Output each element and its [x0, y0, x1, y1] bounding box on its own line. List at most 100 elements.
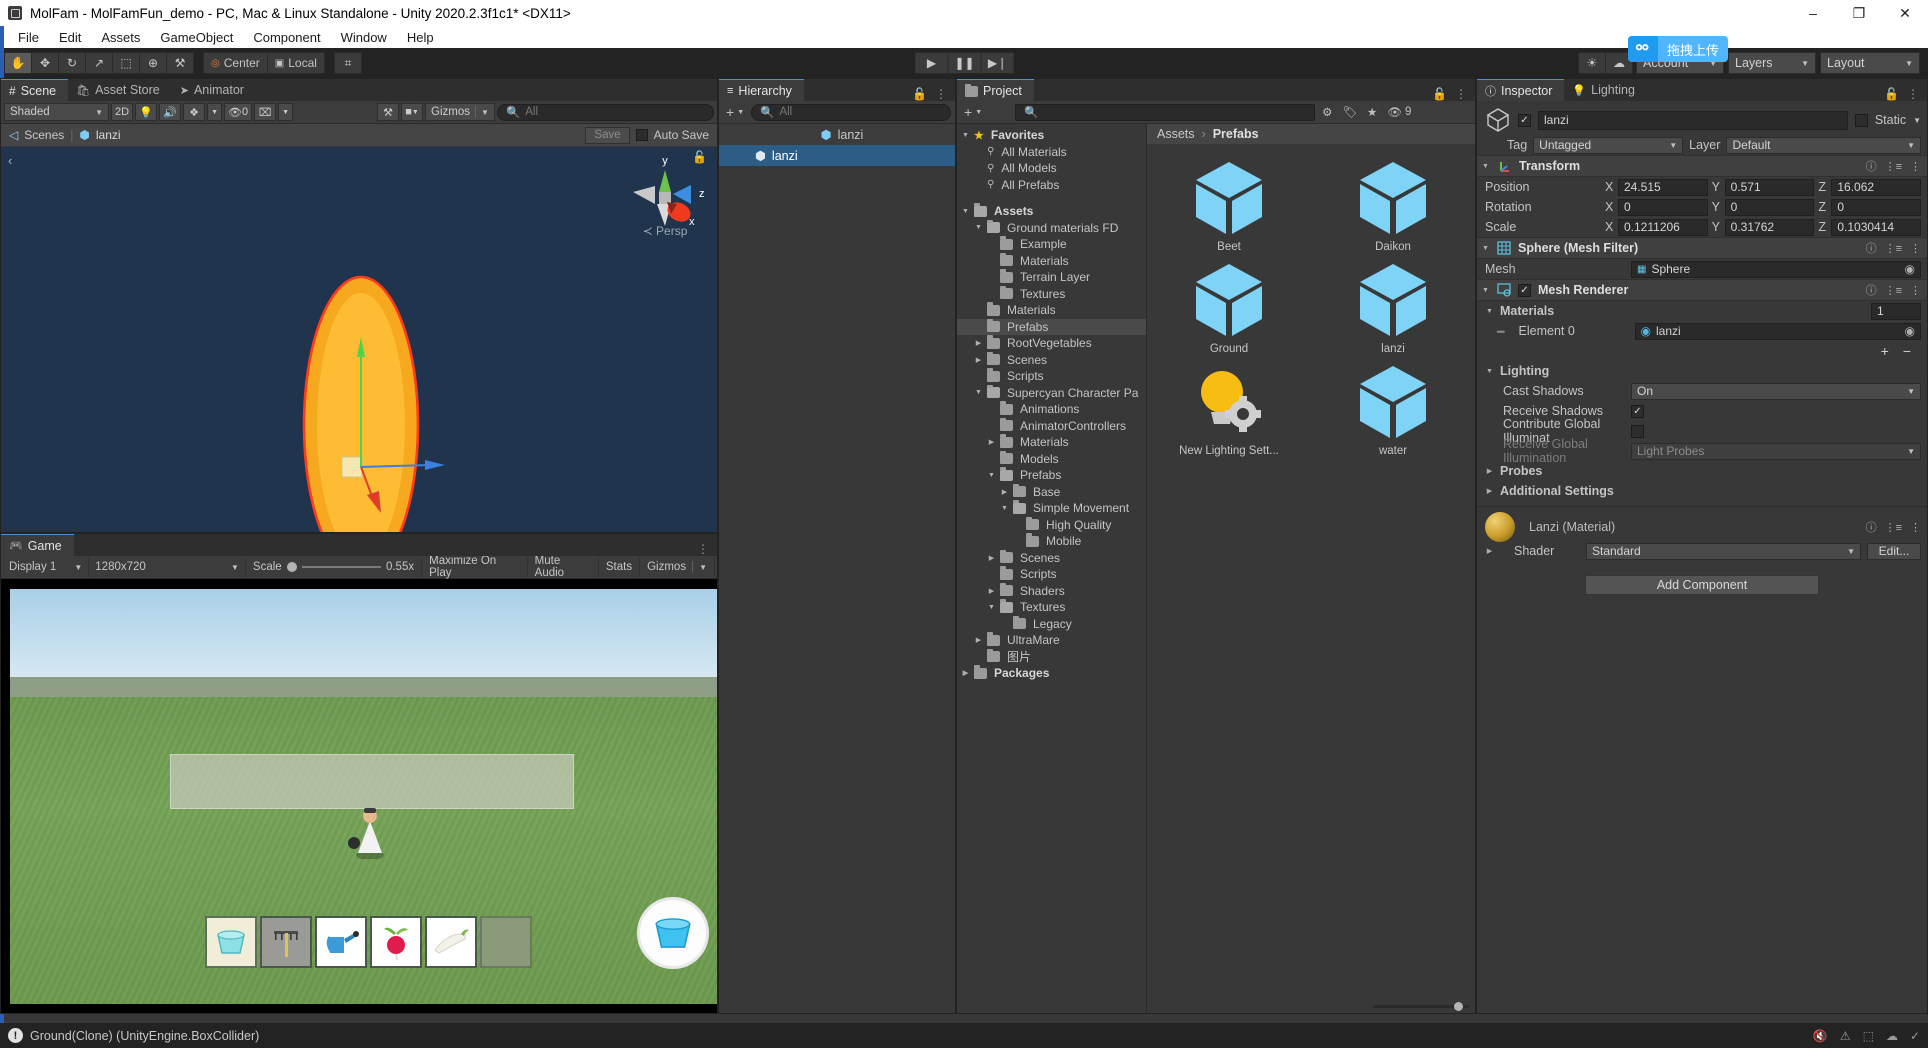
project-tree-item[interactable]: ⚲ All Models [957, 160, 1146, 177]
hierarchy-search-input[interactable]: 🔍 All [751, 103, 951, 121]
project-tree-item[interactable]: ▼ Prefabs [957, 467, 1146, 484]
project-tree-item[interactable]: ⚲ All Materials [957, 144, 1146, 161]
game-inventory-bar[interactable] [205, 916, 532, 968]
project-asset-grid[interactable]: Beet Daikon Ground lanzi New Lighting Sett..… [1147, 144, 1475, 999]
transform-position-z-input[interactable]: 16.062 [1831, 178, 1922, 196]
hierarchy-prefab-header[interactable]: ‹ ⬢ lanzi [719, 124, 1449, 145]
project-tree-item[interactable]: ▼ Textures [957, 599, 1146, 616]
project-tree-item[interactable]: ▶ Scenes [957, 351, 1146, 369]
inventory-slot-radish[interactable] [370, 916, 422, 968]
expand-triangle-icon[interactable]: ▶ [1000, 488, 1009, 496]
perspective-label[interactable]: Persp [656, 224, 687, 238]
menu-item-component[interactable]: Component [243, 28, 330, 47]
scene-fx-icon[interactable]: ❖ [183, 103, 206, 121]
scene-camera-icon[interactable]: ■ ▼ [401, 103, 424, 121]
meshrenderer-component-header[interactable]: ▼ ✓ Mesh Renderer ⓘ ⋮≡ ⋮ [1477, 279, 1927, 301]
project-tree-item[interactable]: Legacy [957, 615, 1146, 633]
breadcrumb-prefabs[interactable]: Prefabs [1213, 127, 1259, 141]
transform-rotation-x-input[interactable]: 0 [1618, 198, 1708, 216]
project-tree-item[interactable]: Prefabs [957, 318, 1146, 335]
collapse-triangle-icon[interactable]: ▼ [974, 389, 983, 396]
expand-triangle-icon[interactable]: ▶ [987, 554, 996, 562]
project-tree-item[interactable]: High Quality [957, 516, 1146, 534]
component-menu-icon[interactable]: ⋮ [1910, 160, 1921, 173]
scale-tool-icon[interactable]: ↗ [85, 52, 113, 74]
scene-audio-icon[interactable]: 🔊 [159, 103, 182, 121]
scene-fx-dropdown[interactable]: ▼ [207, 103, 222, 121]
project-tree-item[interactable]: AnimatorControllers [957, 417, 1146, 435]
custom-tool-icon[interactable]: ⚒ [166, 52, 194, 74]
project-tree-item[interactable]: ▶ RootVegetables [957, 335, 1146, 352]
cast-shadows-dropdown[interactable]: On ▼ [1631, 382, 1921, 400]
materials-header-row[interactable]: ▼ Materials 1 [1477, 301, 1927, 321]
contribute-gi-checkbox[interactable] [1631, 424, 1644, 438]
project-search-input[interactable]: 🔍 [1015, 103, 1316, 121]
preset-icon[interactable]: ⋮≡ [1885, 160, 1902, 173]
project-tree-item[interactable]: ▼ Ground materials FD [957, 219, 1146, 237]
tab-scene[interactable]: # Scene [1, 79, 69, 101]
help-icon[interactable]: ⓘ [1866, 158, 1877, 174]
transform-scale-y-input[interactable]: 0.31762 [1724, 218, 1815, 236]
preset-icon[interactable]: ⋮≡ [1885, 521, 1902, 534]
help-icon[interactable]: ⓘ [1866, 282, 1877, 298]
add-material-button[interactable]: + [1881, 343, 1889, 359]
mesh-object-field[interactable]: ▦ Sphere ◉ [1631, 260, 1921, 278]
expand-triangle-icon[interactable]: ▶ [974, 356, 983, 364]
asset-grid-item[interactable]: Ground [1147, 262, 1311, 364]
expand-triangle-icon[interactable]: ▶ [1485, 487, 1494, 495]
project-tree-item[interactable]: Textures [957, 285, 1146, 303]
filter-favorites-icon[interactable]: ★ [1364, 104, 1380, 121]
mute-audio-toggle[interactable]: Mute Audio [528, 555, 599, 579]
scene-back-icon[interactable]: ◁ [9, 128, 18, 142]
menu-item-assets[interactable]: Assets [91, 28, 150, 47]
project-tree-item[interactable]: Mobile [957, 533, 1146, 550]
collapse-triangle-icon[interactable]: ▼ [1481, 287, 1490, 294]
expand-triangle-icon[interactable]: ▶ [987, 587, 996, 595]
add-component-button[interactable]: Add Component [1585, 575, 1819, 595]
tab-project[interactable]: Project [957, 79, 1034, 101]
object-name-input[interactable]: lanzi [1538, 110, 1848, 130]
scene-orientation-gizmo[interactable]: y z x ≺ Persp 🔓 [621, 150, 709, 257]
expand-triangle-icon[interactable]: ▶ [961, 669, 970, 677]
mute-icon[interactable]: 🔇 [1813, 1029, 1828, 1043]
scene-tools-icon[interactable]: ⚒ [377, 103, 400, 121]
lighting-section-header[interactable]: ▼ Lighting [1477, 361, 1927, 381]
shader-edit-button[interactable]: Edit... [1867, 542, 1921, 560]
hierarchy-item-lanzi[interactable]: ⬢ lanzi [719, 145, 955, 166]
tab-game[interactable]: 🎮 Game [1, 534, 74, 556]
collapse-triangle-icon[interactable]: ▼ [974, 224, 983, 231]
scene-grid-dropdown[interactable]: ▼ [278, 103, 294, 121]
baidu-upload-badge[interactable]: 拖拽上传 [1627, 36, 1728, 62]
collapse-triangle-icon[interactable]: ▼ [987, 604, 996, 611]
transform-rotation-y-input[interactable]: 0 [1724, 198, 1815, 216]
transform-scale-x-input[interactable]: 0.1211206 [1618, 218, 1708, 236]
component-menu-icon[interactable]: ⋮ [1910, 284, 1921, 297]
autosave-checkbox[interactable] [635, 129, 648, 141]
asset-grid-item[interactable]: New Lighting Sett... [1147, 364, 1311, 466]
chevron-down-icon[interactable]: ▼ [1913, 116, 1921, 125]
hierarchy-menu-icon[interactable]: ⋮ [935, 87, 947, 101]
tab-hierarchy[interactable]: ≡ Hierarchy [719, 79, 804, 101]
project-tree-item[interactable]: Models [957, 450, 1146, 468]
project-tree-item[interactable]: ▼ Assets [957, 203, 1146, 220]
game-gizmos-dropdown[interactable]: Gizmos | ▼ [640, 557, 715, 577]
transform-component-header[interactable]: ▼ Transform ⓘ ⋮≡ ⋮ [1477, 155, 1927, 177]
hierarchy-add-button[interactable]: + ▼ [723, 104, 747, 121]
additional-settings-section[interactable]: ▶ Additional Settings [1477, 481, 1927, 501]
maximize-on-play-toggle[interactable]: Maximize On Play [422, 555, 528, 579]
collapse-triangle-icon[interactable]: ▼ [961, 132, 970, 139]
play-button[interactable]: ▶ [914, 52, 949, 74]
scene-search-input[interactable]: 🔍 All [496, 103, 714, 121]
project-tree-item[interactable]: Example [957, 236, 1146, 253]
grid-snap-icon[interactable]: ⌗ [333, 52, 362, 74]
project-tree-item[interactable]: Terrain Layer [957, 269, 1146, 286]
tab-asset-store[interactable]: 🛍 Asset Store [68, 79, 172, 101]
materials-count-input[interactable]: 1 [1871, 302, 1921, 320]
maximize-button[interactable]: ❐ [1836, 0, 1882, 26]
lock-icon[interactable]: 🔓 [912, 87, 927, 101]
transform-scale-z-input[interactable]: 0.1030414 [1831, 218, 1922, 236]
pause-button[interactable]: ❚❚ [947, 52, 982, 74]
pivot-rotation-button[interactable]: ▣ Local [266, 52, 325, 74]
project-tree-item[interactable]: ▼ Simple Movement [957, 500, 1146, 517]
project-tree-item[interactable]: ▶ Shaders [957, 582, 1146, 600]
